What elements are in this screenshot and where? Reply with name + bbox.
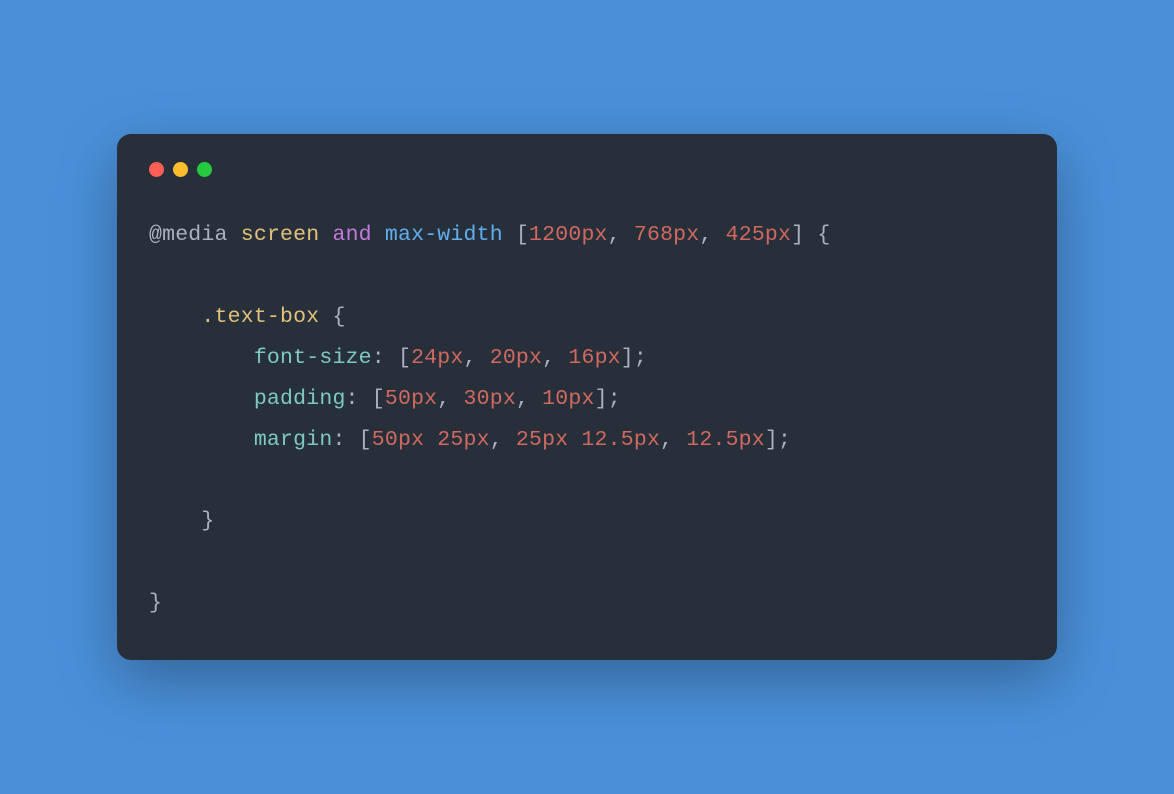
open-bracket: [: [359, 428, 372, 452]
close-bracket: ]: [595, 387, 608, 411]
keyword-screen: screen: [241, 223, 320, 247]
comma: ,: [516, 387, 542, 411]
close-icon[interactable]: [149, 162, 164, 177]
colon: :: [372, 346, 398, 370]
open-bracket: [: [398, 346, 411, 370]
value: 1200px: [529, 223, 608, 247]
code-window: @media screen and max-width [1200px, 768…: [117, 134, 1057, 659]
close-bracket: ]: [791, 223, 804, 247]
value: 16px: [568, 346, 620, 370]
comma: ,: [542, 346, 568, 370]
property: font-size: [254, 346, 372, 370]
close-brace: }: [149, 591, 162, 615]
colon: :: [346, 387, 372, 411]
indent: [149, 509, 201, 533]
minimize-icon[interactable]: [173, 162, 188, 177]
semicolon: ;: [778, 428, 791, 452]
code-block: @media screen and max-width [1200px, 768…: [149, 215, 1025, 623]
indent: [149, 428, 254, 452]
value: 25px 12.5px: [516, 428, 660, 452]
close-bracket: ]: [621, 346, 634, 370]
comma: ,: [437, 387, 463, 411]
comma: ,: [699, 223, 725, 247]
maximize-icon[interactable]: [197, 162, 212, 177]
value: 768px: [634, 223, 700, 247]
colon: :: [332, 428, 358, 452]
open-bracket: [: [516, 223, 529, 247]
value: 425px: [726, 223, 792, 247]
comma: ,: [660, 428, 686, 452]
value: 24px: [411, 346, 463, 370]
open-brace: {: [804, 223, 830, 247]
traffic-lights: [149, 162, 1025, 177]
selector: .text-box: [201, 305, 319, 329]
semicolon: ;: [608, 387, 621, 411]
indent: [149, 346, 254, 370]
open-brace: {: [319, 305, 345, 329]
value: 50px 25px: [372, 428, 490, 452]
value: 50px: [385, 387, 437, 411]
close-bracket: ]: [765, 428, 778, 452]
value: 30px: [464, 387, 516, 411]
value: 20px: [490, 346, 542, 370]
close-brace: }: [201, 509, 214, 533]
open-bracket: [: [372, 387, 385, 411]
indent: [149, 305, 201, 329]
at-rule: @media: [149, 223, 228, 247]
keyword-max-width: max-width: [385, 223, 503, 247]
property: margin: [254, 428, 333, 452]
keyword-and: and: [332, 223, 371, 247]
comma: ,: [490, 428, 516, 452]
indent: [149, 387, 254, 411]
value: 12.5px: [686, 428, 765, 452]
comma: ,: [464, 346, 490, 370]
comma: ,: [608, 223, 634, 247]
value: 10px: [542, 387, 594, 411]
property: padding: [254, 387, 346, 411]
semicolon: ;: [634, 346, 647, 370]
